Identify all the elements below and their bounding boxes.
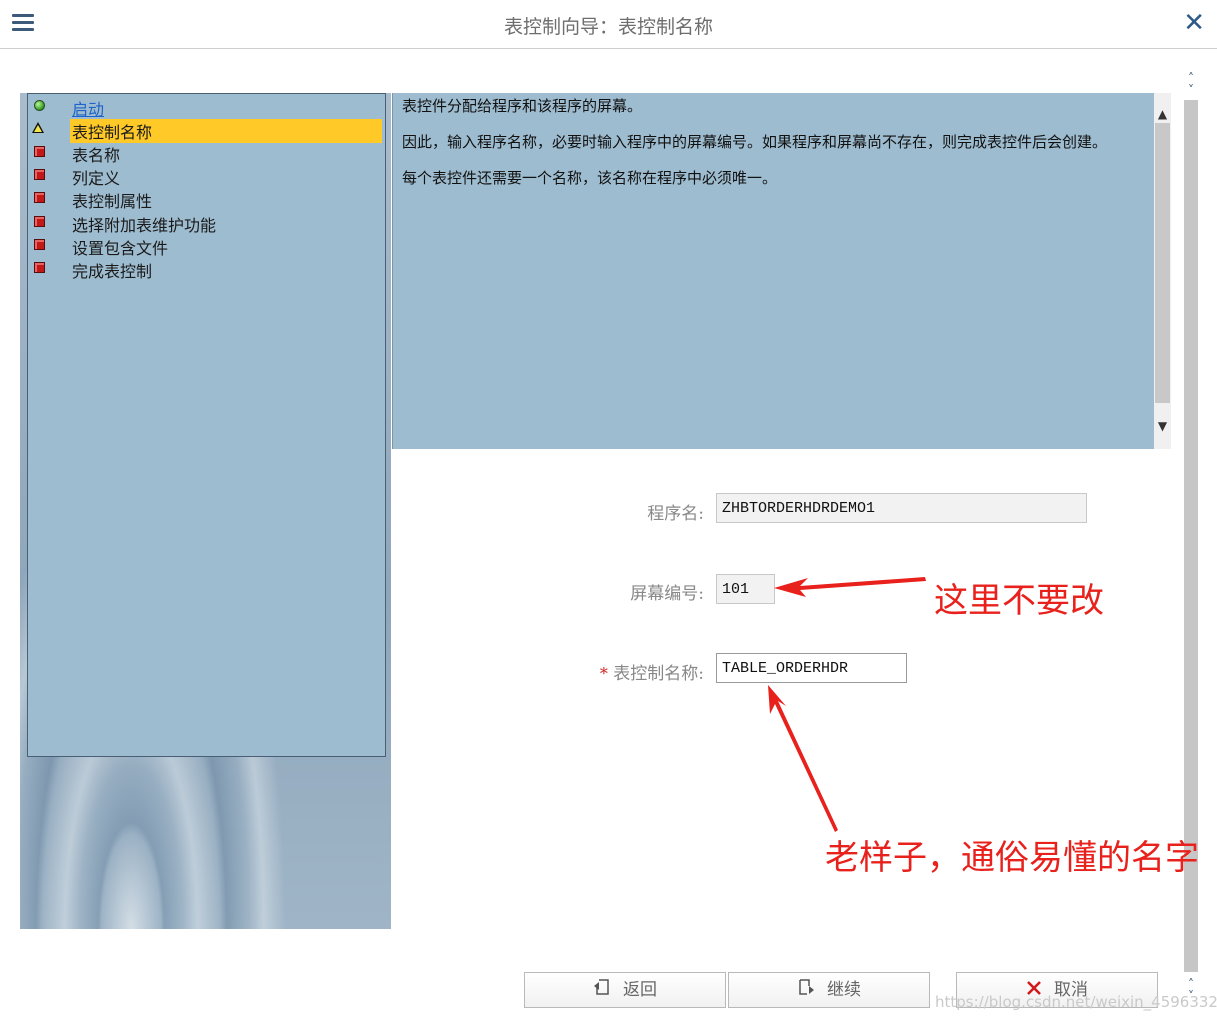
arrow-to-screen-field xyxy=(774,577,926,597)
back-button[interactable]: 返回 xyxy=(524,972,726,1008)
continue-label: 继续 xyxy=(827,980,861,1000)
continue-icon xyxy=(797,974,815,1008)
annotation-screen-note: 这里不要改 xyxy=(934,581,1104,621)
continue-button[interactable]: 继续 xyxy=(728,972,930,1008)
watermark: https://blog.csdn.net/weixin_45963329 xyxy=(935,993,1217,1011)
arrow-to-name-field xyxy=(768,685,838,832)
annotation-name-note: 老样子，通俗易懂的名字 xyxy=(825,838,1199,878)
back-label: 返回 xyxy=(623,980,657,1000)
back-icon xyxy=(593,974,611,1008)
